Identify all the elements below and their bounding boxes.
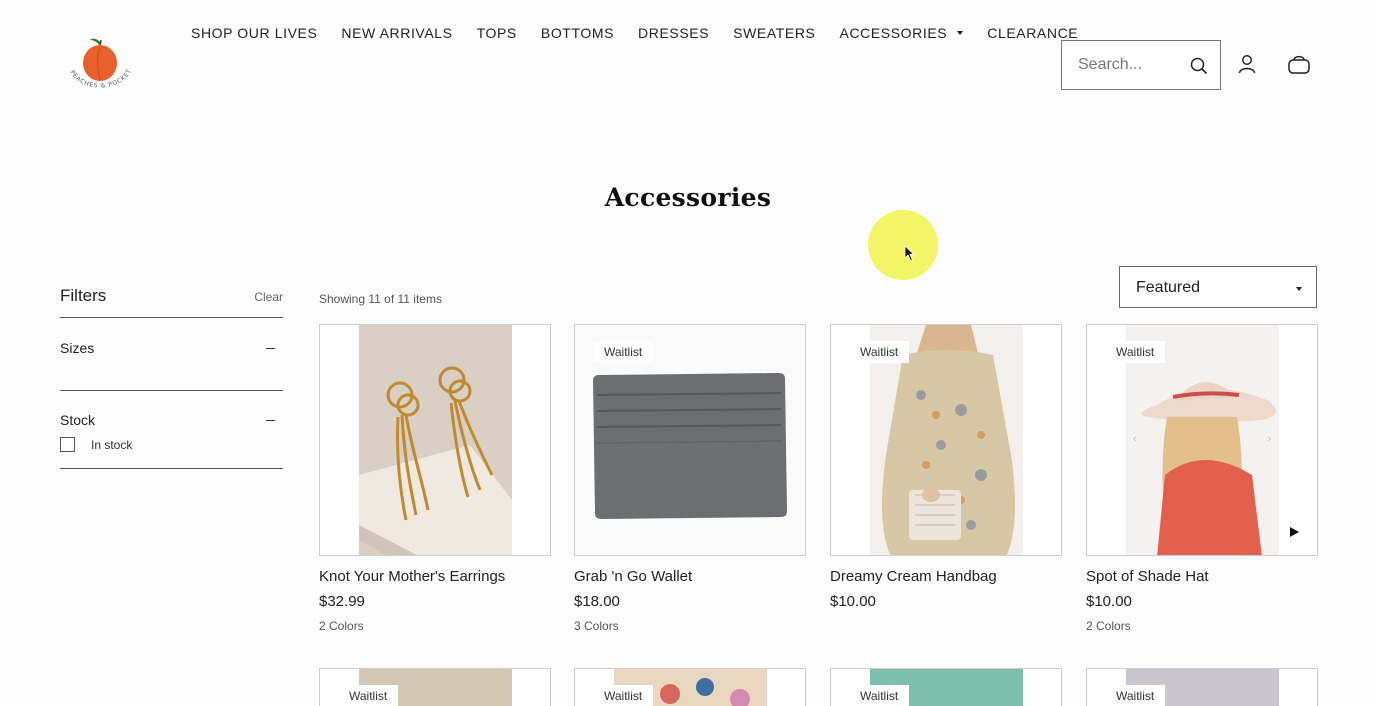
filters-panel: Filters Clear Sizes Stock In stock	[60, 286, 283, 469]
cart-icon[interactable]	[1288, 55, 1310, 79]
nav-bottoms[interactable]: BOTTOMS	[541, 25, 614, 41]
product-image-handbag[interactable]: Waitlist	[830, 324, 1062, 556]
product-card[interactable]: Waitlist	[574, 668, 806, 706]
in-stock-checkbox[interactable]	[60, 437, 75, 452]
waitlist-badge: Waitlist	[593, 341, 654, 363]
clear-filters-link[interactable]: Clear	[254, 290, 283, 304]
search-input[interactable]	[1078, 56, 1178, 74]
product-price: $18.00	[574, 593, 620, 610]
nav-dresses[interactable]: DRESSES	[638, 25, 709, 41]
store-logo[interactable]: PEACHES & POCKETS	[64, 31, 136, 98]
page-title: Accessories	[604, 183, 772, 212]
prev-image-arrow[interactable]: ‹	[1133, 433, 1137, 445]
nav-tops[interactable]: TOPS	[477, 25, 517, 41]
product-card[interactable]: Waitlist Grab 'n Go Wallet $18.00 3 Colo…	[574, 324, 806, 633]
in-stock-option[interactable]: In stock	[60, 437, 283, 468]
collapse-icon	[266, 348, 275, 349]
product-card[interactable]: Waitlist	[1086, 668, 1318, 706]
cursor-highlight	[868, 210, 938, 280]
nav-shop-our-lives[interactable]: SHOP OUR LIVES	[191, 25, 317, 41]
product-colors: 2 Colors	[319, 619, 364, 633]
product-image-hat[interactable]: ‹ › Waitlist	[1086, 324, 1318, 556]
results-count: Showing 11 of 11 items	[319, 292, 442, 306]
filter-sizes-label: Sizes	[60, 340, 95, 356]
product-colors: 2 Colors	[1086, 619, 1131, 633]
in-stock-label: In stock	[91, 437, 133, 452]
account-icon[interactable]	[1237, 54, 1257, 79]
product-name[interactable]: Knot Your Mother's Earrings	[319, 568, 551, 585]
nav-clearance[interactable]: CLEARANCE	[987, 25, 1078, 41]
product-name[interactable]: Dreamy Cream Handbag	[830, 568, 1062, 585]
nav-accessories[interactable]: ACCESSORIES	[840, 25, 964, 41]
waitlist-badge: Waitlist	[849, 685, 910, 706]
page: PEACHES & POCKETS SHOP OUR LIVES NEW ARR…	[0, 0, 1376, 706]
play-icon[interactable]	[1290, 527, 1299, 537]
filter-stock-label: Stock	[60, 412, 96, 428]
filter-sizes-toggle[interactable]: Sizes	[60, 318, 283, 390]
product-image[interactable]: Waitlist	[574, 668, 806, 706]
sort-selected-value: Featured	[1136, 279, 1201, 296]
product-card[interactable]: Knot Your Mother's Earrings $32.99 2 Col…	[319, 324, 551, 633]
product-image[interactable]: Waitlist	[319, 668, 551, 706]
waitlist-badge: Waitlist	[849, 341, 910, 363]
product-image[interactable]: Waitlist	[1086, 668, 1318, 706]
filters-header: Filters Clear	[60, 286, 283, 318]
product-card[interactable]: Waitlist Dreamy Cream Handbag $10.00	[830, 324, 1062, 619]
waitlist-badge: Waitlist	[593, 685, 654, 706]
main-nav: SHOP OUR LIVES NEW ARRIVALS TOPS BOTTOMS…	[191, 25, 1078, 41]
mouse-pointer-icon	[904, 245, 915, 267]
product-name[interactable]: Spot of Shade Hat	[1086, 568, 1318, 585]
product-card[interactable]: Waitlist	[319, 668, 551, 706]
sort-select[interactable]: Featured	[1119, 266, 1317, 308]
chevron-down-icon	[957, 31, 964, 35]
product-image-earrings[interactable]	[319, 324, 551, 556]
nav-sweaters[interactable]: SWEATERS	[733, 25, 815, 41]
filter-stock: Stock In stock	[60, 391, 283, 469]
product-card[interactable]: Waitlist	[830, 668, 1062, 706]
next-image-arrow[interactable]: ›	[1267, 433, 1271, 445]
nav-new-arrivals[interactable]: NEW ARRIVALS	[341, 25, 452, 41]
product-card[interactable]: ‹ › Waitlist Spot of Shade Hat $10.00 2 …	[1086, 324, 1318, 633]
product-name[interactable]: Grab 'n Go Wallet	[574, 568, 806, 585]
search-box	[1061, 40, 1221, 90]
chevron-down-icon	[1296, 287, 1302, 291]
product-price: $32.99	[319, 593, 365, 610]
product-price: $10.00	[1086, 593, 1132, 610]
waitlist-badge: Waitlist	[1105, 685, 1166, 706]
search-icon[interactable]	[1190, 57, 1208, 80]
product-image[interactable]: Waitlist	[830, 668, 1062, 706]
waitlist-badge: Waitlist	[338, 685, 399, 706]
waitlist-badge: Waitlist	[1105, 341, 1166, 363]
product-price: $10.00	[830, 593, 876, 610]
filters-title: Filters	[60, 286, 107, 305]
filter-sizes: Sizes	[60, 318, 283, 391]
product-colors: 3 Colors	[574, 619, 619, 633]
product-image-wallet[interactable]: Waitlist	[574, 324, 806, 556]
collapse-icon	[266, 419, 275, 421]
